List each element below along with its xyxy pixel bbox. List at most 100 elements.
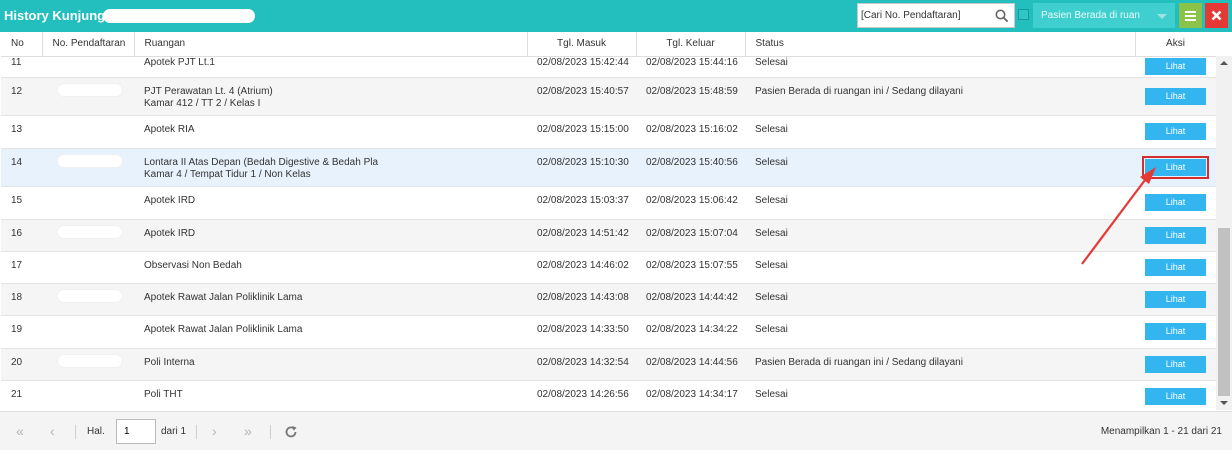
cell-aksi: Lihat xyxy=(1135,56,1216,78)
last-page-icon[interactable]: » xyxy=(244,424,252,438)
cell-tgl-masuk: 02/08/2023 15:03:37 xyxy=(527,186,636,220)
cell-tgl-masuk: 02/08/2023 15:15:00 xyxy=(527,115,636,149)
cell-no-pendaftaran xyxy=(42,251,134,284)
vertical-scrollbar[interactable] xyxy=(1216,56,1232,410)
cell-no: 20 xyxy=(1,348,42,381)
menu-button[interactable] xyxy=(1179,3,1202,28)
lihat-button[interactable]: Lihat xyxy=(1145,290,1206,308)
table-row[interactable]: 21 Poli THT 02/08/2023 14:26:56 02/08/2023 … xyxy=(1,380,1216,410)
cell-aksi: Lihat xyxy=(1135,348,1216,381)
scroll-down-icon[interactable] xyxy=(1220,401,1228,405)
table-row[interactable]: 19 Apotek Rawat Jalan Poliklinik Lama 02/0… xyxy=(1,315,1216,349)
filter-checkbox[interactable] xyxy=(1018,9,1029,20)
col-header-no[interactable]: No xyxy=(1,32,43,57)
cell-tgl-keluar: 02/08/2023 15:48:59 xyxy=(636,77,745,116)
ruangan-name: Apotek PJT Lt.1 xyxy=(144,56,215,68)
scrollbar-thumb[interactable] xyxy=(1218,228,1230,396)
cell-no-pendaftaran xyxy=(42,348,134,381)
redacted-registration-number xyxy=(58,83,122,96)
close-icon xyxy=(1211,10,1222,21)
pager-divider xyxy=(196,425,197,439)
table-row[interactable]: 20 Poli Interna 02/08/2023 14:32:54 02/08/2… xyxy=(1,348,1216,381)
cell-status: Selesai xyxy=(745,186,1135,220)
ruangan-name: Apotek Rawat Jalan Poliklinik Lama xyxy=(144,323,303,335)
col-header-tgl-keluar[interactable]: Tgl. Keluar xyxy=(636,32,746,57)
cell-ruangan: Apotek RIA xyxy=(134,115,527,149)
cell-ruangan: Apotek Rawat Jalan Poliklinik Lama xyxy=(134,315,527,349)
table-row[interactable]: 18 Apotek Rawat Jalan Poliklinik Lama 02/0… xyxy=(1,283,1216,316)
cell-no: 16 xyxy=(1,219,42,252)
col-header-tgl-masuk[interactable]: Tgl. Masuk xyxy=(527,32,637,57)
cell-aksi: Lihat xyxy=(1135,315,1216,349)
cell-tgl-keluar: 02/08/2023 15:16:02 xyxy=(636,115,745,149)
table-row[interactable]: 15 Apotek IRD 02/08/2023 15:03:37 02/08/202… xyxy=(1,186,1216,220)
menu-icon xyxy=(1185,11,1196,13)
ruangan-name: Apotek Rawat Jalan Poliklinik Lama xyxy=(144,291,303,303)
cell-tgl-keluar: 02/08/2023 15:07:55 xyxy=(636,251,745,284)
cell-no-pendaftaran xyxy=(42,115,134,149)
table-row[interactable]: 12 PJT Perawatan Lt. 4 (Atrium) Kamar 412 … xyxy=(1,77,1216,116)
table-body: 11 Apotek PJT Lt.1 02/08/2023 15:42:44 02/0… xyxy=(1,56,1216,410)
cell-tgl-masuk: 02/08/2023 14:32:54 xyxy=(527,348,636,381)
table-row[interactable]: 11 Apotek PJT Lt.1 02/08/2023 15:42:44 02/0… xyxy=(1,56,1216,78)
cell-ruangan: Apotek IRD xyxy=(134,186,527,220)
search-icon[interactable] xyxy=(995,9,1009,23)
lihat-button[interactable]: Lihat xyxy=(1145,355,1206,373)
cell-ruangan: Apotek IRD xyxy=(134,219,527,252)
cell-status: Selesai xyxy=(745,283,1135,316)
cell-ruangan: Poli Interna xyxy=(134,348,527,381)
lihat-button[interactable]: Lihat xyxy=(1145,226,1206,244)
cell-aksi: Lihat xyxy=(1135,283,1216,316)
table-row[interactable]: 17 Observasi Non Bedah 02/08/2023 14:46:02… xyxy=(1,251,1216,284)
lihat-button[interactable]: Lihat xyxy=(1142,155,1209,179)
cell-no: 11 xyxy=(1,56,42,78)
redacted-registration-number xyxy=(58,225,122,238)
redacted-patient-name xyxy=(103,9,255,23)
search-box[interactable] xyxy=(857,3,1015,28)
cell-tgl-keluar: 02/08/2023 14:34:22 xyxy=(636,315,745,349)
lihat-button[interactable]: Lihat xyxy=(1145,387,1206,405)
lihat-button[interactable]: Lihat xyxy=(1145,194,1206,211)
search-input[interactable] xyxy=(861,7,991,24)
cell-ruangan: PJT Perawatan Lt. 4 (Atrium) Kamar 412 / … xyxy=(134,77,527,116)
next-page-icon[interactable]: › xyxy=(212,424,217,438)
page-number-input[interactable] xyxy=(116,419,156,444)
cell-aksi: Lihat xyxy=(1135,77,1216,116)
refresh-icon[interactable] xyxy=(284,425,298,439)
cell-no-pendaftaran xyxy=(42,77,134,116)
cell-ruangan: Poli THT xyxy=(134,380,527,410)
cell-ruangan: Apotek PJT Lt.1 xyxy=(134,56,527,78)
cell-tgl-masuk: 02/08/2023 15:42:44 xyxy=(527,56,636,78)
redacted-registration-number xyxy=(58,289,122,302)
status-filter-select[interactable]: Pasien Berada di ruan xyxy=(1033,3,1175,28)
lihat-button[interactable]: Lihat xyxy=(1145,58,1206,75)
cell-aksi: Lihat xyxy=(1135,186,1216,220)
lihat-button[interactable]: Lihat xyxy=(1145,87,1206,105)
first-page-icon[interactable]: « xyxy=(16,424,24,438)
cell-status: Selesai xyxy=(745,115,1135,149)
cell-tgl-keluar: 02/08/2023 14:44:42 xyxy=(636,283,745,316)
col-header-status[interactable]: Status xyxy=(745,32,1136,57)
cell-ruangan: Observasi Non Bedah xyxy=(134,251,527,284)
col-header-no-pendaftaran[interactable]: No. Pendaftaran xyxy=(42,32,135,57)
table-row[interactable]: 13 Apotek RIA 02/08/2023 15:15:00 02/08/202… xyxy=(1,115,1216,149)
cell-tgl-masuk: 02/08/2023 14:33:50 xyxy=(527,315,636,349)
col-header-ruangan[interactable]: Ruangan xyxy=(134,32,528,57)
ruangan-name: PJT Perawatan Lt. 4 (Atrium) xyxy=(144,85,273,97)
table-row[interactable]: 16 Apotek IRD 02/08/2023 14:51:42 02/08/202… xyxy=(1,219,1216,252)
lihat-button[interactable]: Lihat xyxy=(1145,323,1206,340)
lihat-button[interactable]: Lihat xyxy=(1145,123,1206,140)
lihat-button[interactable]: Lihat xyxy=(1145,258,1206,276)
cell-no: 19 xyxy=(1,315,42,349)
ruangan-name: Poli THT xyxy=(144,388,183,400)
close-button[interactable] xyxy=(1205,3,1228,28)
prev-page-icon[interactable]: ‹ xyxy=(50,424,55,438)
cell-tgl-masuk: 02/08/2023 15:10:30 xyxy=(527,148,636,187)
cell-no: 12 xyxy=(1,77,42,116)
table-row[interactable]: 14 Lontara II Atas Depan (Bedah Digestive… xyxy=(1,148,1216,187)
cell-ruangan: Lontara II Atas Depan (Bedah Digestive &… xyxy=(134,148,527,187)
cell-no: 21 xyxy=(1,380,42,410)
scroll-up-icon[interactable] xyxy=(1220,61,1228,65)
chevron-down-icon xyxy=(1157,14,1167,19)
cell-no-pendaftaran xyxy=(42,283,134,316)
